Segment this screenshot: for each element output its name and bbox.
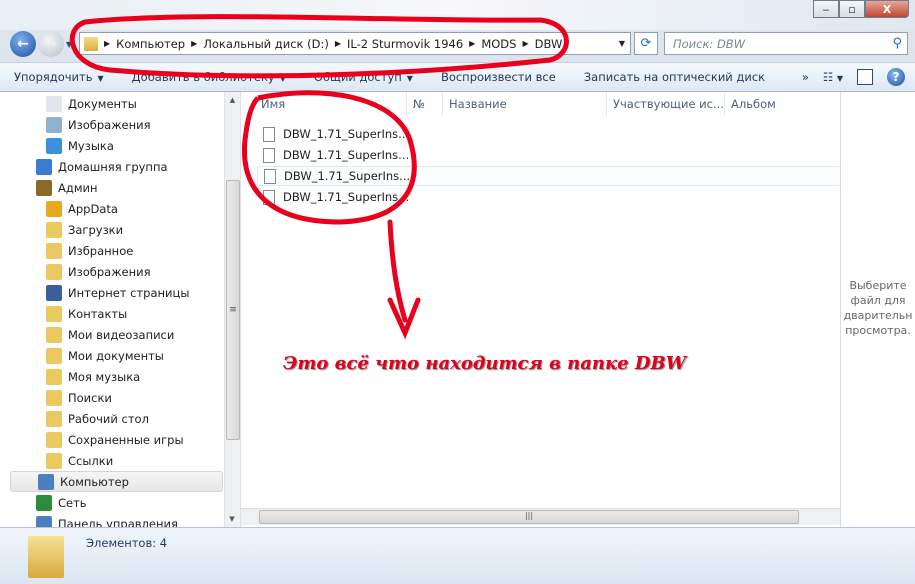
red-annotation-marks (69, 14, 569, 340)
arrow-icon (387, 219, 421, 340)
annotation-text: Это всё что находится в папке DBW (283, 353, 686, 374)
files-highlight-ellipse (241, 90, 417, 225)
address-highlight-ellipse (69, 14, 569, 79)
